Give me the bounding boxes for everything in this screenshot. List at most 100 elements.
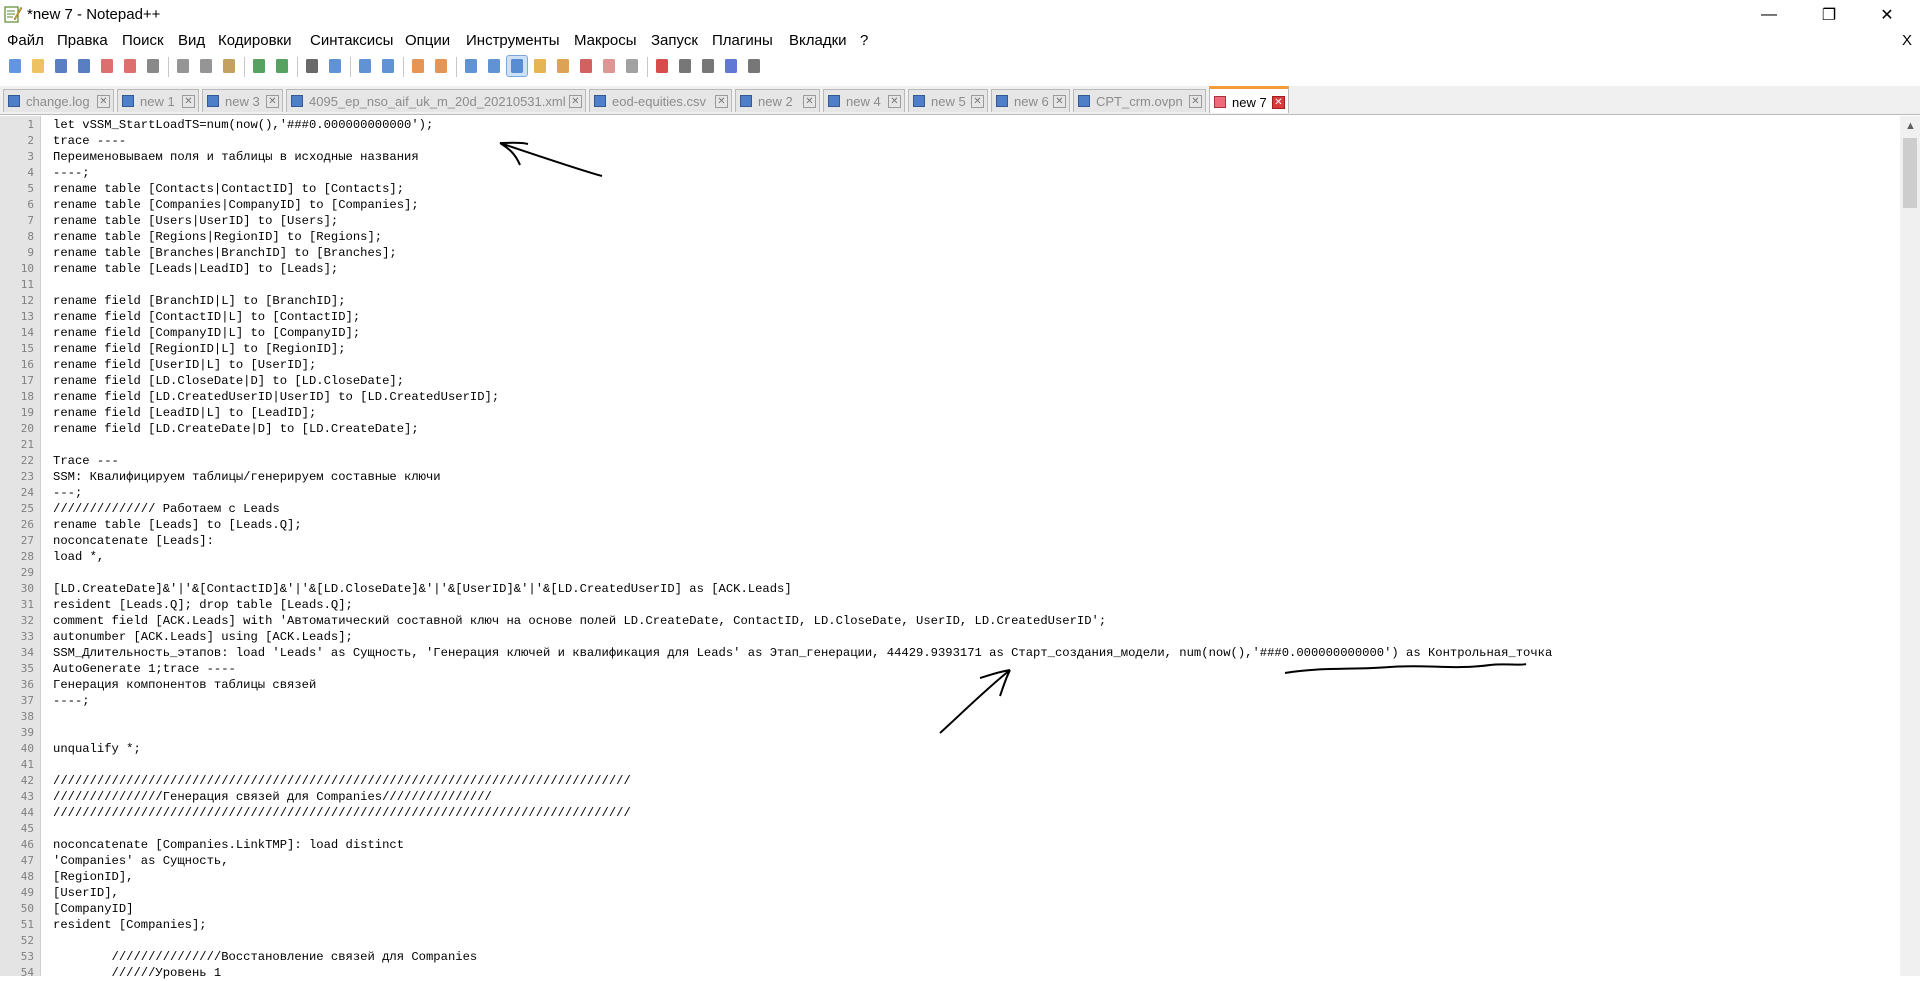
code-line[interactable]: 37 ----; xyxy=(0,693,1900,709)
code-text[interactable]: Переименовываем поля и таблицы в исходны… xyxy=(53,150,419,164)
code-text[interactable]: rename field [ContactID|L] to [ContactID… xyxy=(53,310,360,324)
code-text[interactable]: rename field [LD.CloseDate|D] to [LD.Clo… xyxy=(53,374,404,388)
open-file-icon[interactable] xyxy=(28,56,48,76)
code-line[interactable]: 28 load *, xyxy=(0,549,1900,565)
code-line[interactable]: 32 comment field [ACK.Leads] with 'Автома… xyxy=(0,613,1900,629)
code-line[interactable]: 48 [RegionID], xyxy=(0,869,1900,885)
code-line[interactable]: 35 AutoGenerate 1;trace ---- xyxy=(0,661,1900,677)
code-line[interactable]: 17 rename field [LD.CloseDate|D] to [LD.C… xyxy=(0,373,1900,389)
code-text[interactable]: rename field [LD.CreateDate|D] to [LD.Cr… xyxy=(53,422,419,436)
code-text[interactable]: noconcatenate [Companies.LinkTMP]: load … xyxy=(53,838,404,852)
udl-icon[interactable] xyxy=(530,56,550,76)
tab-close-icon[interactable]: ✕ xyxy=(1189,95,1202,108)
code-text[interactable]: Trace --- xyxy=(53,454,119,468)
save-icon[interactable] xyxy=(51,56,71,76)
code-line[interactable]: 6 rename table [Companies|CompanyID] to [… xyxy=(0,197,1900,213)
tab-close-icon[interactable]: ✕ xyxy=(1053,95,1066,108)
code-line[interactable]: 7 rename table [Users|UserID] to [Users]; xyxy=(0,213,1900,229)
code-line[interactable]: 51 resident [Companies]; xyxy=(0,917,1900,933)
code-line[interactable]: 12 rename field [BranchID|L] to [BranchID… xyxy=(0,293,1900,309)
code-line[interactable]: 30 [LD.CreateDate]&'|'&[ContactID]&'|'&[L… xyxy=(0,581,1900,597)
sync-horizontal-icon[interactable] xyxy=(431,56,451,76)
code-line[interactable]: 39 xyxy=(0,725,1900,741)
code-line[interactable]: 26 rename table [Leads] to [Leads.Q]; xyxy=(0,517,1900,533)
code-line[interactable]: 18 rename field [LD.CreatedUserID|UserID]… xyxy=(0,389,1900,405)
menu-edit[interactable]: Правка xyxy=(57,32,108,49)
tab-close-icon[interactable]: ✕ xyxy=(569,95,582,108)
tab-close-icon[interactable]: ✕ xyxy=(971,95,984,108)
code-line[interactable]: 4 ----; xyxy=(0,165,1900,181)
code-text[interactable]: rename table [Companies|CompanyID] to [C… xyxy=(53,198,419,212)
code-text[interactable]: rename table [Regions|RegionID] to [Regi… xyxy=(53,230,382,244)
tab-new-2[interactable]: new 2 ✕ xyxy=(735,89,820,112)
code-line[interactable]: 25 ////////////// Работаем с Leads xyxy=(0,501,1900,517)
code-text[interactable]: rename field [LD.CreatedUserID|UserID] t… xyxy=(53,390,499,404)
replace-icon[interactable] xyxy=(325,56,345,76)
code-text[interactable]: [CompanyID] xyxy=(53,902,133,916)
menu-encoding[interactable]: Кодировки xyxy=(218,32,291,49)
menu-file[interactable]: Файл xyxy=(7,32,44,49)
code-line[interactable]: 2 trace ---- xyxy=(0,133,1900,149)
code-line[interactable]: 5 rename table [Contacts|ContactID] to [C… xyxy=(0,181,1900,197)
tab-close-icon[interactable]: ✕ xyxy=(97,95,110,108)
code-text[interactable]: rename table [Contacts|ContactID] to [Co… xyxy=(53,182,404,196)
code-line[interactable]: 19 rename field [LeadID|L] to [LeadID]; xyxy=(0,405,1900,421)
code-text[interactable]: resident [Leads.Q]; drop table [Leads.Q]… xyxy=(53,598,353,612)
code-line[interactable]: 41 xyxy=(0,757,1900,773)
code-text[interactable]: Генерация компонентов таблицы связей xyxy=(53,678,316,692)
stop-macro-icon[interactable] xyxy=(675,56,695,76)
menu-settings[interactable]: Опции xyxy=(405,32,450,49)
code-text[interactable]: rename table [Branches|BranchID] to [Bra… xyxy=(53,246,397,260)
menu-view[interactable]: Вид xyxy=(178,32,205,49)
tab-close-icon[interactable]: ✕ xyxy=(1272,96,1285,109)
code-line[interactable]: 33 autonumber [ACK.Leads] using [ACK.Lead… xyxy=(0,629,1900,645)
tab-change-log[interactable]: change.log ✕ xyxy=(3,89,114,112)
tab-close-icon[interactable]: ✕ xyxy=(266,95,279,108)
code-text[interactable]: load *, xyxy=(53,550,104,564)
code-text[interactable]: AutoGenerate 1;trace ---- xyxy=(53,662,236,676)
code-text[interactable]: ////////////////////////////////////////… xyxy=(53,806,631,820)
code-text[interactable]: ----; xyxy=(53,694,90,708)
code-line[interactable]: 21 xyxy=(0,437,1900,453)
code-line[interactable]: 9 rename table [Branches|BranchID] to [Br… xyxy=(0,245,1900,261)
code-line[interactable]: 14 rename field [CompanyID|L] to [Company… xyxy=(0,325,1900,341)
folder-workspace-icon[interactable] xyxy=(599,56,619,76)
code-text[interactable]: comment field [ACK.Leads] with 'Автомати… xyxy=(53,614,1106,628)
code-text[interactable]: noconcatenate [Leads]: xyxy=(53,534,214,548)
monitoring-icon[interactable] xyxy=(622,56,642,76)
code-line[interactable]: 46 noconcatenate [Companies.LinkTMP]: loa… xyxy=(0,837,1900,853)
paste-icon[interactable] xyxy=(219,56,239,76)
tab-new-4[interactable]: new 4 ✕ xyxy=(823,89,905,112)
tab-xml-file[interactable]: 4095_ep_nso_aif_uk_m_20d_20210531.xml ✕ xyxy=(286,89,586,112)
menu-language[interactable]: Синтаксисы xyxy=(310,32,393,49)
tab-close-icon[interactable]: ✕ xyxy=(182,95,195,108)
code-line[interactable]: 1 let vSSM_StartLoadTS=num(now(),'###0.00… xyxy=(0,117,1900,133)
save-all-icon[interactable] xyxy=(74,56,94,76)
code-line[interactable]: 22 Trace --- xyxy=(0,453,1900,469)
menu-tools[interactable]: Инструменты xyxy=(466,32,560,49)
zoom-out-icon[interactable] xyxy=(378,56,398,76)
code-line[interactable]: 10 rename table [Leads|LeadID] to [Leads]… xyxy=(0,261,1900,277)
tab-close-icon[interactable]: ✕ xyxy=(888,95,901,108)
code-text[interactable]: rename field [RegionID|L] to [RegionID]; xyxy=(53,342,346,356)
code-line[interactable]: 34 SSM_Длительность_этапов: load 'Leads' … xyxy=(0,645,1900,661)
close-icon[interactable] xyxy=(97,56,117,76)
play-macro-icon[interactable] xyxy=(698,56,718,76)
close-window-button[interactable]: ✕ xyxy=(1858,0,1916,30)
cut-icon[interactable] xyxy=(173,56,193,76)
code-line[interactable]: 45 xyxy=(0,821,1900,837)
new-file-icon[interactable] xyxy=(5,56,25,76)
minimize-button[interactable]: — xyxy=(1740,0,1798,30)
code-text[interactable]: rename field [BranchID|L] to [BranchID]; xyxy=(53,294,346,308)
code-line[interactable]: 53 ///////////////Восстановление связей … xyxy=(0,949,1900,965)
menu-window[interactable]: Вкладки xyxy=(789,32,847,49)
tab-cpt-crm[interactable]: CPT_crm.ovpn ✕ xyxy=(1073,89,1206,112)
sync-vertical-icon[interactable] xyxy=(408,56,428,76)
menu-plugins[interactable]: Плагины xyxy=(712,32,773,49)
code-line[interactable]: 36 Генерация компонентов таблицы связей xyxy=(0,677,1900,693)
tab-close-icon[interactable]: ✕ xyxy=(803,95,816,108)
code-line[interactable]: 44 //////////////////////////////////////… xyxy=(0,805,1900,821)
code-line[interactable]: 52 xyxy=(0,933,1900,949)
code-text[interactable]: ///////////////Восстановление связей для… xyxy=(53,950,478,964)
word-wrap-icon[interactable] xyxy=(461,56,481,76)
